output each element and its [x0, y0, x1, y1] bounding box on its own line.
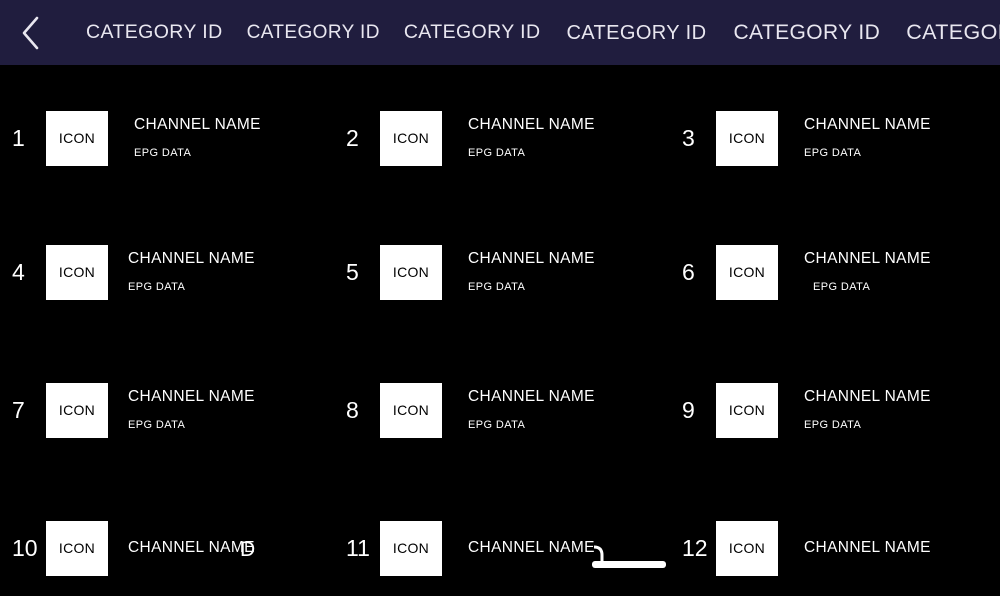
channel-icon: ICON: [46, 244, 108, 300]
channel-list-item[interactable]: 11 ICON CHANNEL NAME: [346, 500, 666, 596]
channel-number: 4: [12, 258, 25, 285]
channel-icon: ICON: [380, 382, 442, 438]
channel-name: CHANNEL NAME: [128, 539, 255, 557]
channel-text-block: CHANNEL NAME: [468, 539, 666, 569]
channel-number: 9: [682, 396, 695, 423]
channel-icon: ICON: [380, 244, 442, 300]
channel-name: CHANNEL NAME: [468, 116, 595, 134]
channel-number: 2: [346, 124, 359, 151]
channel-number: 10: [12, 534, 38, 561]
category-header-bar: CATEGORY ID CATEGORY ID CATEGORY ID CATE…: [0, 0, 1000, 65]
channel-name: CHANNEL NAME: [128, 250, 255, 268]
channel-list-item[interactable]: 12 ICON CHANNEL NAME: [682, 500, 931, 596]
channel-grid: 1 ICON CHANNEL NAME EPG DATA 2 ICON CHAN…: [0, 65, 1000, 576]
epg-data: EPG DATA: [468, 280, 526, 293]
channel-icon: ICON: [46, 382, 108, 438]
channel-list-item[interactable]: 6 ICON CHANNEL NAME EPG DATA: [682, 224, 931, 320]
epg-data: EPG DATA: [468, 418, 526, 431]
channel-number: 1: [12, 124, 25, 151]
channel-list-item[interactable]: 3 ICON CHANNEL NAME EPG DATA: [682, 90, 931, 186]
channel-list-item[interactable]: 10 ICON CHANNEL NAME D: [12, 500, 255, 596]
back-button[interactable]: [0, 0, 62, 65]
channel-number: 6: [682, 258, 695, 285]
channel-number: 7: [12, 396, 25, 423]
channel-text-block: CHANNEL NAME: [804, 540, 931, 556]
epg-data: EPG DATA: [134, 146, 192, 159]
channel-list-item[interactable]: 7 ICON CHANNEL NAME EPG DATA: [12, 362, 255, 458]
channel-number: 8: [346, 396, 359, 423]
channel-icon: ICON: [46, 520, 108, 576]
epg-data: EPG DATA: [128, 418, 186, 431]
channel-icon: ICON: [716, 110, 778, 166]
channel-number: 12: [682, 534, 708, 561]
channel-list-item[interactable]: 5 ICON CHANNEL NAME EPG DATA: [346, 224, 595, 320]
epg-data: EPG DATA: [468, 146, 526, 159]
channel-number: 11: [346, 534, 370, 561]
channel-list-item[interactable]: 8 ICON CHANNEL NAME EPG DATA: [346, 362, 595, 458]
channel-text-block: CHANNEL NAME EPG DATA: [804, 251, 931, 293]
channel-name: CHANNEL NAME: [468, 539, 595, 557]
channel-icon: ICON: [46, 110, 108, 166]
category-tab-6[interactable]: CATEGORY ID: [906, 21, 1000, 44]
channel-text-block: CHANNEL NAME EPG DATA: [128, 389, 255, 431]
channel-text-block: CHANNEL NAME EPG DATA: [128, 251, 255, 293]
chevron-left-icon: [20, 15, 42, 51]
epg-data: EPG DATA: [804, 418, 862, 431]
category-tab-1[interactable]: CATEGORY ID: [86, 22, 223, 43]
channel-list-item[interactable]: 4 ICON CHANNEL NAME EPG DATA: [12, 224, 255, 320]
category-tab-3[interactable]: CATEGORY ID: [404, 22, 541, 43]
epg-data: EPG DATA: [813, 280, 871, 293]
channel-name: CHANNEL NAME: [804, 388, 931, 406]
channel-name: CHANNEL NAME: [468, 250, 595, 268]
channel-name: CHANNEL NAME: [804, 116, 931, 134]
epg-data: EPG DATA: [128, 280, 186, 293]
channel-icon: ICON: [380, 520, 442, 576]
channel-name: CHANNEL NAME: [804, 250, 931, 268]
channel-icon: ICON: [716, 520, 778, 576]
partial-glyph: D: [240, 538, 256, 562]
channel-list-item[interactable]: 9 ICON CHANNEL NAME EPG DATA: [682, 362, 931, 458]
channel-text-block: CHANNEL NAME EPG DATA: [804, 389, 931, 431]
channel-text-block: CHANNEL NAME EPG DATA: [468, 389, 595, 431]
channel-name: CHANNEL NAME: [468, 388, 595, 406]
category-tab-5[interactable]: CATEGORY ID: [733, 22, 880, 43]
channel-icon: ICON: [716, 244, 778, 300]
channel-list-item[interactable]: 2 ICON CHANNEL NAME EPG DATA: [346, 90, 595, 186]
channel-text-block: CHANNEL NAME EPG DATA: [468, 117, 595, 159]
category-tab-4[interactable]: CATEGORY ID: [566, 23, 706, 43]
channel-text-block: CHANNEL NAME EPG DATA: [804, 117, 931, 159]
category-tab-2[interactable]: CATEGORY ID: [247, 23, 380, 42]
channel-number: 3: [682, 124, 695, 151]
channel-text-block: CHANNEL NAME EPG DATA: [134, 117, 261, 159]
channel-icon: ICON: [380, 110, 442, 166]
channel-name: CHANNEL NAME: [128, 388, 255, 406]
channel-text-block: CHANNEL NAME D: [128, 539, 255, 560]
epg-data: EPG DATA: [804, 146, 862, 159]
channel-name: CHANNEL NAME: [804, 539, 931, 557]
channel-number: 5: [346, 258, 359, 285]
channel-name: CHANNEL NAME: [134, 116, 261, 134]
channel-list-item[interactable]: 1 ICON CHANNEL NAME EPG DATA: [12, 90, 261, 186]
channel-text-block: CHANNEL NAME EPG DATA: [468, 251, 595, 293]
channel-icon: ICON: [716, 382, 778, 438]
